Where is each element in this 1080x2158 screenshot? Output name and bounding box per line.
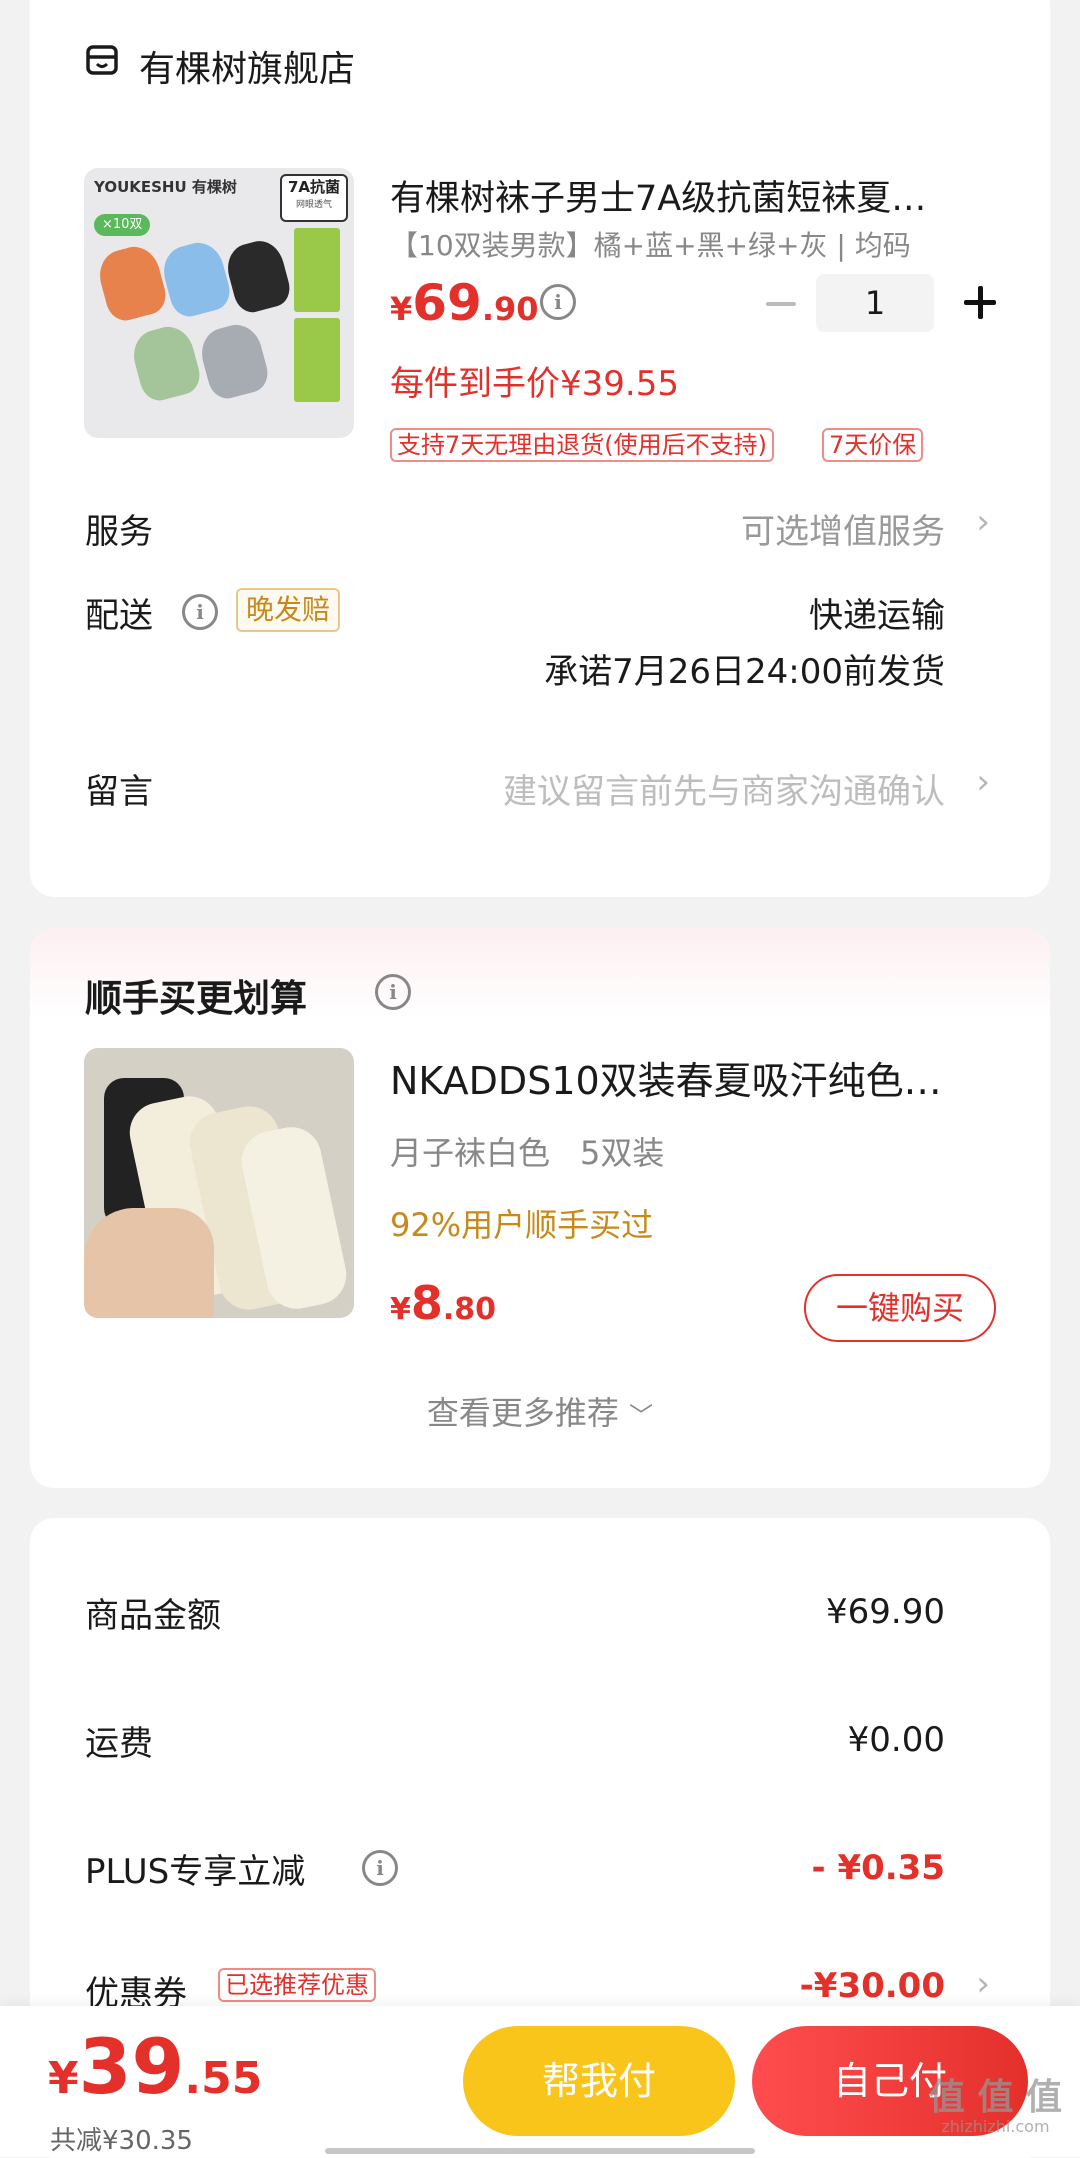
help-pay-button[interactable]: 帮我付 bbox=[463, 2026, 735, 2136]
store-name: 有棵树旗舰店 bbox=[139, 49, 356, 90]
message-row[interactable]: 留言 建议留言前先与商家沟通确认 › bbox=[30, 750, 1050, 820]
product-pack-1 bbox=[294, 228, 340, 312]
quantity-input[interactable]: 1 bbox=[816, 274, 934, 332]
delivery-label: 配送 bbox=[85, 596, 153, 636]
coupon-badge: 已选推荐优惠 bbox=[218, 1968, 376, 2002]
summary-row: 运费 ¥0.00 bbox=[30, 1716, 1050, 1766]
service-value: 可选增值服务 bbox=[741, 512, 945, 552]
watermark: 值 值 值 zhizhizhi.com bbox=[928, 2077, 1062, 2136]
see-more-recommendations[interactable]: 查看更多推荐 ﹀ bbox=[30, 1388, 1050, 1434]
product-price: ¥69.90 bbox=[390, 274, 539, 332]
price-info-icon[interactable]: i bbox=[540, 284, 576, 320]
delivery-row[interactable]: 配送 i 晚发赔 快递运输 承诺7月26日24:00前发货 bbox=[30, 580, 1050, 700]
chevron-right-icon: › bbox=[976, 1964, 990, 2004]
addon-info-icon[interactable]: i bbox=[375, 974, 411, 1010]
goods-amount-label: 商品金额 bbox=[85, 1596, 221, 1636]
service-label: 服务 bbox=[85, 512, 153, 552]
chevron-right-icon: › bbox=[976, 762, 990, 802]
sock-blue bbox=[157, 237, 235, 321]
sock-black bbox=[222, 235, 294, 317]
delivery-info-icon[interactable]: i bbox=[182, 594, 218, 630]
unit-price-label: 每件到手价¥39.55 bbox=[390, 364, 679, 404]
sock-orange bbox=[93, 241, 171, 325]
total-price: ¥39.55 bbox=[48, 2022, 263, 2111]
goods-amount-value: ¥69.90 bbox=[826, 1592, 945, 1632]
addon-card: 顺手买更划算 i NKADDS10双装春夏吸汗纯色… 月子袜白色 5双装 92%用… bbox=[30, 928, 1050, 1488]
order-card: 有棵树旗舰店 YOUKESHU 有棵树 7A抗菌 网眼透气 ×10双 有棵树袜子… bbox=[30, 0, 1050, 897]
service-row[interactable]: 服务 可选增值服务 › bbox=[30, 490, 1050, 560]
plus-discount-label: PLUS专享立减 bbox=[85, 1852, 306, 1892]
late-compensation-badge: 晚发赔 bbox=[236, 588, 341, 632]
product-image-brand: YOUKESHU 有棵树 bbox=[94, 178, 237, 196]
delivery-promise: 承诺7月26日24:00前发货 bbox=[544, 652, 945, 692]
quantity-minus-button[interactable] bbox=[760, 280, 800, 326]
return-policy-tag: 支持7天无理由退货(使用后不支持) bbox=[390, 428, 774, 462]
product-title[interactable]: 有棵树袜子男士7A级抗菌短袜夏… bbox=[390, 170, 926, 221]
summary-row: 商品金额 ¥69.90 bbox=[30, 1588, 1050, 1638]
summary-row: PLUS专享立减 i - ¥0.35 bbox=[30, 1844, 1050, 1894]
addon-title: 顺手买更划算 bbox=[85, 977, 307, 1020]
addon-product-title[interactable]: NKADDS10双装春夏吸汗纯色… bbox=[390, 1050, 942, 1105]
sock-green bbox=[127, 321, 205, 405]
shipping-fee-label: 运费 bbox=[85, 1724, 153, 1764]
chevron-down-icon: ﹀ bbox=[629, 1402, 654, 1430]
addon-product-image[interactable] bbox=[84, 1048, 354, 1318]
product-image-badge: 7A抗菌 网眼透气 bbox=[280, 174, 348, 222]
coupon-row[interactable]: 优惠券 已选推荐优惠 -¥30.00 › bbox=[30, 1962, 1050, 2014]
checkout-bar: ¥39.55 共减¥30.35 帮我付 自己付 值 值 值 zhizhizhi.… bbox=[0, 2006, 1080, 2157]
product-image[interactable]: YOUKESHU 有棵树 7A抗菌 网眼透气 ×10双 bbox=[84, 168, 354, 438]
sock-gray bbox=[195, 319, 273, 403]
message-input[interactable]: 建议留言前先与商家沟通确认 bbox=[503, 764, 945, 813]
product-pack-2 bbox=[294, 318, 340, 402]
chevron-right-icon: › bbox=[976, 502, 990, 542]
store-icon bbox=[86, 45, 118, 75]
plus-info-icon[interactable]: i bbox=[362, 1850, 398, 1886]
addon-social-proof: 92%用户顺手买过 bbox=[390, 1206, 654, 1244]
quantity-plus-button[interactable] bbox=[960, 280, 1000, 326]
product-image-count: ×10双 bbox=[94, 214, 151, 236]
message-label: 留言 bbox=[85, 772, 153, 812]
coupon-value: -¥30.00 bbox=[799, 1966, 945, 2006]
addon-spec: 月子袜白色 5双装 bbox=[390, 1134, 665, 1172]
hand bbox=[84, 1208, 214, 1318]
addon-price: ¥8.80 bbox=[390, 1276, 497, 1330]
shipping-fee-value: ¥0.00 bbox=[847, 1720, 945, 1760]
home-indicator bbox=[325, 2148, 755, 2154]
delivery-method: 快递运输 bbox=[809, 596, 945, 636]
total-saved: 共减¥30.35 bbox=[50, 2126, 193, 2156]
one-click-buy-button[interactable]: 一键购买 bbox=[804, 1274, 996, 1342]
price-protect-tag: 7天价保 bbox=[822, 428, 924, 462]
product-spec[interactable]: 【10双装男款】橘+蓝+黑+绿+灰 | 均码 bbox=[390, 224, 911, 264]
plus-discount-value: - ¥0.35 bbox=[811, 1848, 946, 1888]
